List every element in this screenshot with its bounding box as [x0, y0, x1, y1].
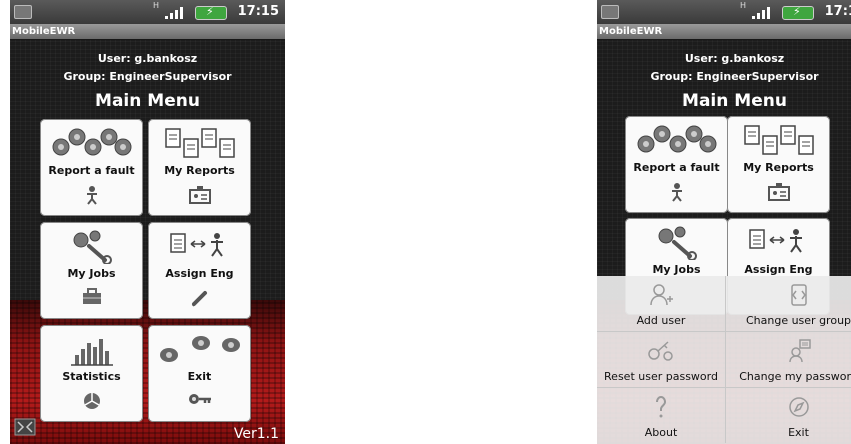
documents-icon	[148, 125, 251, 161]
signal-icon	[165, 5, 187, 19]
person-icon	[625, 182, 728, 202]
wrench-gears-icon	[625, 224, 728, 261]
menu-item-label: Exit	[788, 426, 809, 439]
assign-eng-button[interactable]: Assign Eng	[148, 222, 251, 319]
menu-item-label: Change my password	[739, 370, 851, 383]
report-fault-button[interactable]: Report a fault	[40, 119, 143, 216]
gallery-icon	[14, 5, 32, 19]
pencil-icon	[148, 288, 251, 308]
key-reset-icon	[597, 338, 725, 364]
question-icon	[597, 394, 725, 420]
menu-item-change-user-group[interactable]: Change user group	[725, 276, 851, 332]
statistics-button[interactable]: Statistics	[40, 325, 143, 422]
app-title: MobileEWR	[10, 24, 285, 39]
gears-icon	[40, 125, 143, 161]
user-label: User: g.bankosz	[97, 52, 198, 65]
phone-screen-options-menu: H ⚡ 17:16 MobileEWR User: g.bankosz Grou…	[597, 0, 851, 444]
status-bar: H ⚡ 17:15	[10, 0, 285, 24]
add-user-icon	[597, 282, 725, 308]
page-title: Main Menu	[682, 91, 787, 111]
tile-label: Statistics	[62, 370, 121, 383]
signal-icon	[752, 5, 774, 19]
clock: 17:16	[824, 4, 851, 19]
tile-label: Report a fault	[48, 164, 135, 177]
id-card-icon	[148, 185, 251, 205]
version-label: Ver1.1	[233, 426, 279, 442]
battery-icon: ⚡	[195, 5, 227, 20]
menu-item-about[interactable]: About	[597, 388, 726, 443]
app-logo-icon	[14, 418, 36, 440]
my-reports-button[interactable]: My Reports	[727, 116, 830, 213]
toolbox-icon	[40, 288, 143, 308]
person-icon	[40, 185, 143, 205]
menu-item-label: Reset user password	[604, 370, 718, 383]
app-title: MobileEWR	[597, 24, 851, 39]
my-jobs-button[interactable]: My Jobs	[40, 222, 143, 319]
battery-icon: ⚡	[782, 5, 814, 20]
documents-icon	[727, 122, 830, 158]
key-icon	[148, 391, 251, 411]
tile-label: My Jobs	[67, 267, 116, 280]
password-icon	[725, 338, 851, 364]
menu-item-change-my-password[interactable]: Change my password	[725, 332, 851, 388]
speech-bubbles-icon	[148, 331, 251, 367]
doc-arrow-person-icon	[727, 224, 830, 260]
gears-icon	[625, 122, 728, 158]
network-type: H	[152, 1, 159, 10]
id-card-icon	[727, 182, 830, 202]
report-fault-button[interactable]: Report a fault	[625, 116, 728, 213]
tile-label: My Reports	[743, 161, 814, 174]
exit-button[interactable]: Exit	[148, 325, 251, 422]
group-label: Group: EngineerSupervisor	[650, 70, 819, 83]
phone-screen-main-menu: H ⚡ 17:15 MobileEWR User: g.bankosz Grou…	[10, 0, 285, 444]
menu-item-reset-user-password[interactable]: Reset user password	[597, 332, 726, 388]
group-label: Group: EngineerSupervisor	[63, 70, 232, 83]
options-menu: Add user Change user group Reset user pa…	[597, 276, 851, 444]
wrench-gears-icon	[40, 228, 143, 265]
menu-item-label: Change user group	[745, 314, 851, 327]
user-group-icon	[725, 282, 851, 308]
clock: 17:15	[237, 4, 279, 19]
compass-icon	[725, 394, 851, 420]
my-reports-button[interactable]: My Reports	[148, 119, 251, 216]
menu-item-label: About	[644, 426, 678, 439]
menu-item-add-user[interactable]: Add user	[597, 276, 726, 332]
user-label: User: g.bankosz	[684, 52, 785, 65]
pie-chart-icon	[40, 391, 143, 411]
tile-label: Exit	[187, 370, 212, 383]
menu-item-label: Add user	[636, 314, 686, 327]
tile-label: Report a fault	[633, 161, 720, 174]
gallery-icon	[601, 5, 619, 19]
menu-item-exit[interactable]: Exit	[725, 388, 851, 443]
tile-label: Assign Eng	[165, 267, 234, 280]
page-title: Main Menu	[95, 91, 200, 111]
bar-chart-icon	[40, 331, 143, 367]
status-bar: H ⚡ 17:16	[597, 0, 851, 24]
tile-label: My Reports	[164, 164, 235, 177]
network-type: H	[739, 1, 746, 10]
doc-arrow-person-icon	[148, 228, 251, 264]
tile-label: My Jobs	[652, 263, 701, 276]
tile-label: Assign Eng	[744, 263, 813, 276]
